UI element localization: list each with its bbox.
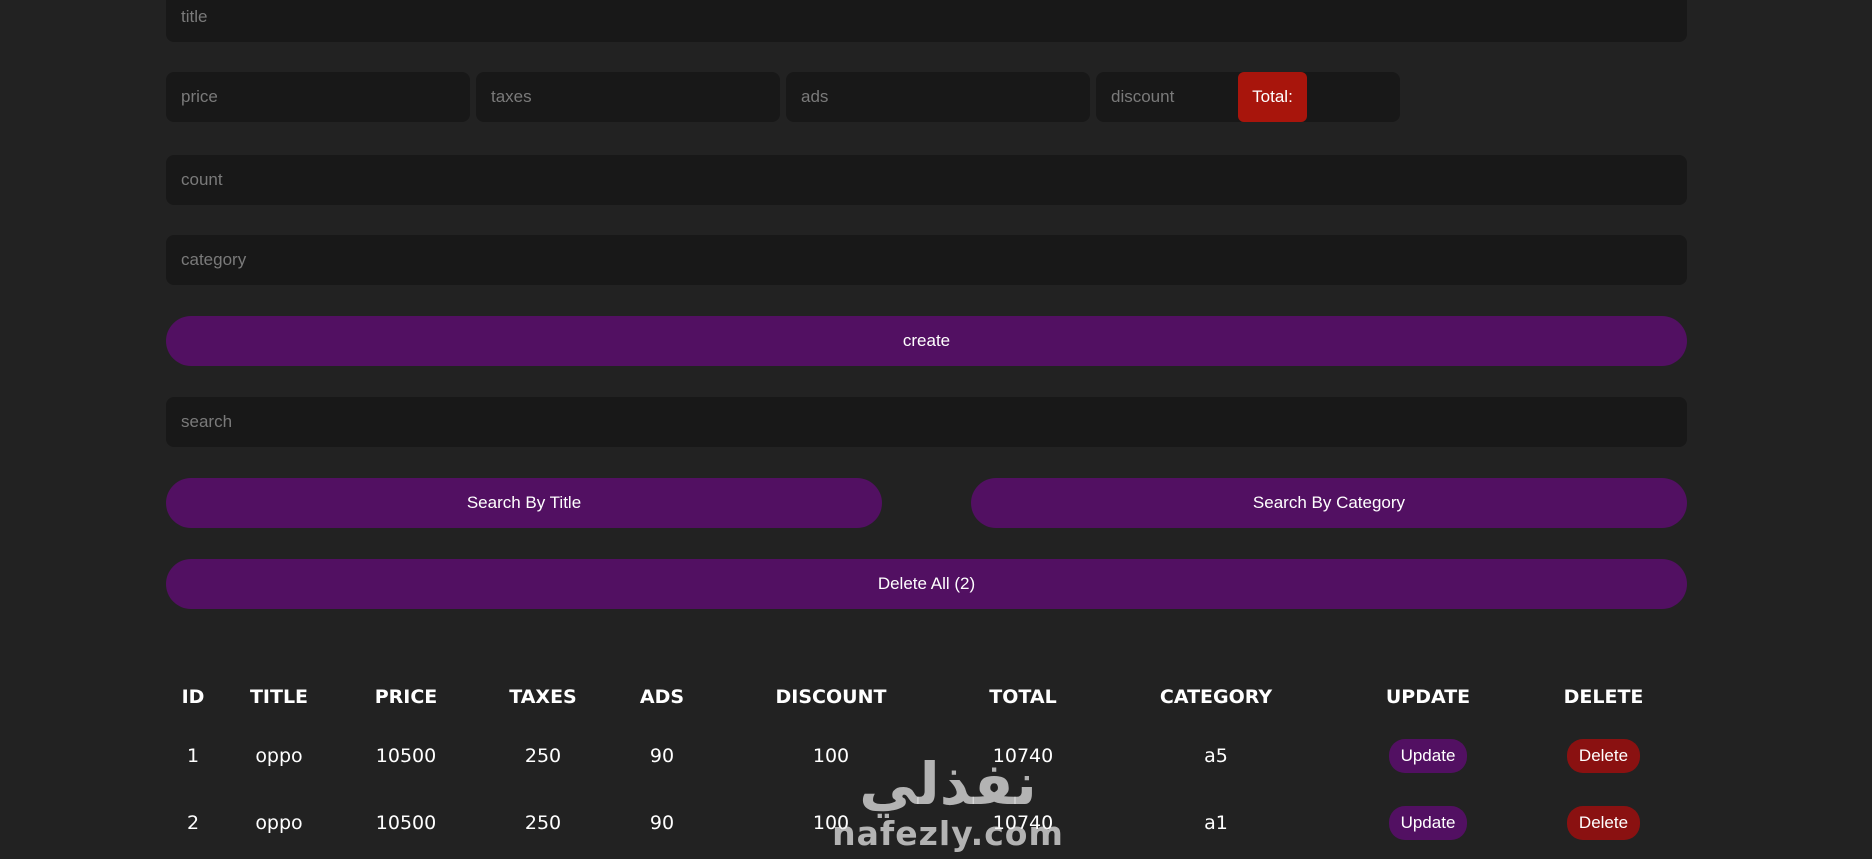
table-header-row: ID TITLE PRICE TAXES ADS DISCOUNT TOTAL … (166, 672, 1687, 722)
header-title: TITLE (249, 686, 309, 708)
cell-discount: 100 (812, 811, 850, 834)
cell-total: 10740 (992, 811, 1054, 834)
delete-button[interactable]: Delete (1566, 805, 1641, 840)
cell-category: a5 (1204, 744, 1228, 767)
search-input[interactable] (166, 397, 1687, 447)
header-taxes: TAXES (509, 686, 577, 708)
header-discount: DISCOUNT (775, 686, 887, 708)
table-row: 2 oppo 10500 250 90 100 10740 a1 Update … (166, 789, 1687, 856)
cell-id: 2 (186, 811, 200, 834)
cell-discount: 100 (812, 744, 850, 767)
cell-ads: 90 (649, 811, 675, 834)
cell-title: oppo (255, 811, 303, 834)
header-price: PRICE (374, 686, 438, 708)
cell-taxes: 250 (524, 811, 562, 834)
search-by-title-button[interactable]: Search By Title (166, 478, 882, 528)
header-ads: ADS (639, 686, 685, 708)
count-input[interactable] (166, 155, 1687, 205)
cell-price: 10500 (375, 811, 437, 834)
ads-input[interactable] (786, 72, 1090, 122)
products-table: ID TITLE PRICE TAXES ADS DISCOUNT TOTAL … (166, 672, 1687, 856)
create-button[interactable]: create (166, 316, 1687, 366)
table-row: 1 oppo 10500 250 90 100 10740 a5 Update … (166, 722, 1687, 789)
cell-taxes: 250 (524, 744, 562, 767)
cell-category: a1 (1204, 811, 1228, 834)
cell-total: 10740 (992, 744, 1054, 767)
cell-update: Update (1336, 789, 1520, 856)
taxes-input[interactable] (476, 72, 780, 122)
header-total: TOTAL (989, 686, 1057, 708)
delete-button[interactable]: Delete (1566, 738, 1641, 773)
cell-ads: 90 (649, 744, 675, 767)
total-display: Total: (1238, 72, 1307, 122)
header-delete: DELETE (1563, 686, 1644, 708)
cell-delete: Delete (1520, 722, 1687, 789)
update-button[interactable]: Update (1388, 738, 1468, 773)
search-by-category-button[interactable]: Search By Category (971, 478, 1687, 528)
title-input[interactable] (166, 0, 1687, 42)
category-input[interactable] (166, 235, 1687, 285)
update-button[interactable]: Update (1388, 805, 1468, 840)
delete-all-button[interactable]: Delete All (2) (166, 559, 1687, 609)
cell-update: Update (1336, 722, 1520, 789)
cell-price: 10500 (375, 744, 437, 767)
header-id: ID (181, 686, 205, 708)
cell-id: 1 (186, 744, 200, 767)
header-update: UPDATE (1385, 686, 1471, 708)
cell-delete: Delete (1520, 789, 1687, 856)
header-category: CATEGORY (1159, 686, 1273, 708)
cell-title: oppo (255, 744, 303, 767)
price-input[interactable] (166, 72, 470, 122)
